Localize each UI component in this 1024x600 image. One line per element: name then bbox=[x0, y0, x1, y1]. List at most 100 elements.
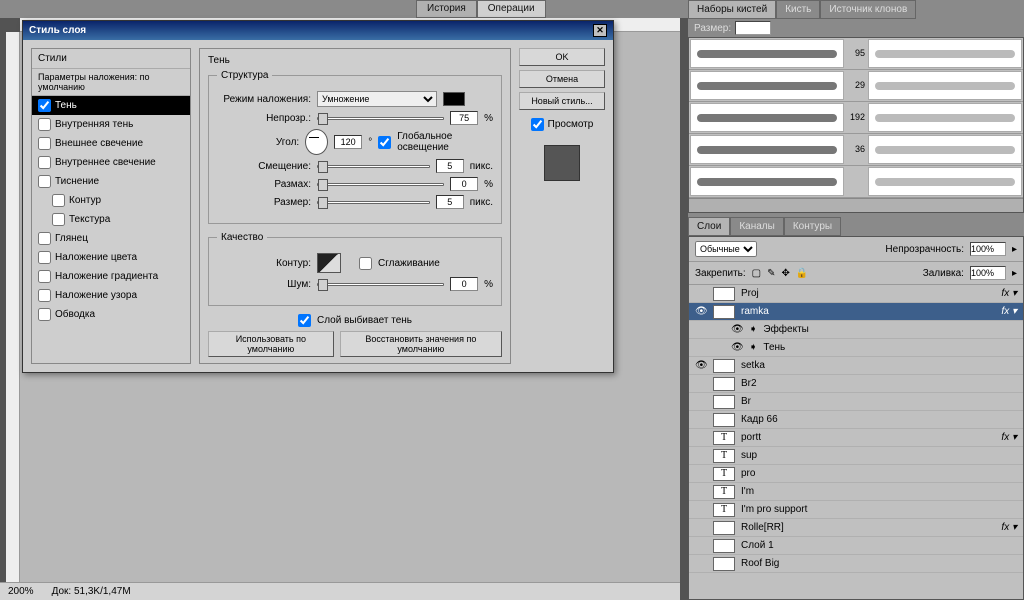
layers-list[interactable]: Projfx ▾👁ramkafx ▾👁➧Эффекты👁➧Тень👁setkaB… bbox=[689, 285, 1023, 599]
text-layer-icon[interactable]: T bbox=[713, 467, 735, 481]
knockout-checkbox[interactable] bbox=[298, 314, 311, 327]
tab-brush[interactable]: Кисть bbox=[776, 0, 820, 19]
spread-input[interactable] bbox=[450, 177, 478, 191]
tab-brush-presets[interactable]: Наборы кистей bbox=[688, 0, 776, 19]
size-input[interactable] bbox=[436, 195, 464, 209]
style-checkbox[interactable] bbox=[38, 137, 51, 150]
fill-input[interactable] bbox=[970, 266, 1006, 280]
style-item[interactable]: Внешнее свечение bbox=[32, 134, 190, 153]
antialias-checkbox[interactable] bbox=[359, 257, 372, 270]
layer-row[interactable]: TI'm pro support bbox=[689, 501, 1023, 519]
style-item[interactable]: Текстура bbox=[32, 210, 190, 229]
style-item[interactable]: Контур bbox=[32, 191, 190, 210]
brush-preview[interactable] bbox=[690, 167, 844, 196]
layer-row[interactable]: Roof Big bbox=[689, 555, 1023, 573]
layer-row[interactable]: TI'm bbox=[689, 483, 1023, 501]
style-checkbox[interactable] bbox=[38, 175, 51, 188]
visibility-icon[interactable]: 👁 bbox=[731, 324, 743, 335]
cancel-button[interactable]: Отмена bbox=[519, 70, 605, 88]
brush-preview[interactable] bbox=[868, 39, 1022, 68]
style-checkbox[interactable] bbox=[52, 213, 65, 226]
layer-row[interactable]: Br2 bbox=[689, 375, 1023, 393]
lock-pixels-icon[interactable]: ▢ bbox=[752, 268, 761, 279]
style-checkbox[interactable] bbox=[38, 251, 51, 264]
style-checkbox[interactable] bbox=[38, 289, 51, 302]
ok-button[interactable]: OK bbox=[519, 48, 605, 66]
brush-preview[interactable] bbox=[690, 71, 844, 100]
style-checkbox[interactable] bbox=[38, 270, 51, 283]
layer-thumbnail[interactable] bbox=[713, 395, 735, 409]
layer-thumbnail[interactable] bbox=[713, 377, 735, 391]
text-layer-icon[interactable]: T bbox=[713, 449, 735, 463]
layer-opacity-input[interactable] bbox=[970, 242, 1006, 256]
style-checkbox[interactable] bbox=[38, 118, 51, 131]
style-item[interactable]: Обводка bbox=[32, 305, 190, 324]
style-item[interactable]: Наложение узора bbox=[32, 286, 190, 305]
visibility-icon[interactable]: 👁 bbox=[695, 360, 707, 371]
layer-thumbnail[interactable] bbox=[713, 539, 735, 553]
fx-badge[interactable]: fx ▾ bbox=[1001, 288, 1017, 299]
reset-default-button[interactable]: Восстановить значения по умолчанию bbox=[340, 331, 502, 357]
layer-thumbnail[interactable] bbox=[713, 287, 735, 301]
preview-checkbox[interactable] bbox=[531, 118, 544, 131]
style-checkbox[interactable] bbox=[52, 194, 65, 207]
blend-mode-layers[interactable]: Обычные bbox=[695, 241, 757, 257]
tab-operations[interactable]: Операции bbox=[477, 0, 546, 18]
style-item[interactable]: Внутренняя тень bbox=[32, 115, 190, 134]
brush-preview[interactable] bbox=[690, 135, 844, 164]
brush-size-input[interactable] bbox=[735, 21, 771, 35]
layer-row[interactable]: Projfx ▾ bbox=[689, 285, 1023, 303]
style-item[interactable]: Тень bbox=[32, 96, 190, 115]
layer-row[interactable]: Кадр 66 bbox=[689, 411, 1023, 429]
distance-input[interactable] bbox=[436, 159, 464, 173]
brush-preview[interactable] bbox=[868, 135, 1022, 164]
text-layer-icon[interactable]: T bbox=[713, 431, 735, 445]
visibility-icon[interactable]: 👁 bbox=[695, 306, 707, 317]
opacity-slider[interactable] bbox=[317, 117, 444, 120]
fx-badge[interactable]: fx ▾ bbox=[1001, 432, 1017, 443]
global-light-checkbox[interactable] bbox=[378, 136, 391, 149]
style-item[interactable]: Тиснение bbox=[32, 172, 190, 191]
visibility-icon[interactable]: 👁 bbox=[731, 342, 743, 353]
brush-preview[interactable] bbox=[868, 71, 1022, 100]
fx-badge[interactable]: fx ▾ bbox=[1001, 306, 1017, 317]
style-checkbox[interactable] bbox=[38, 308, 51, 321]
tab-history[interactable]: История bbox=[416, 0, 477, 18]
lock-brush-icon[interactable]: ✎ bbox=[767, 268, 775, 279]
brush-preview[interactable] bbox=[690, 39, 844, 68]
dialog-titlebar[interactable]: Стиль слоя ✕ bbox=[23, 21, 613, 40]
new-style-button[interactable]: Новый стиль... bbox=[519, 92, 605, 110]
tab-clone-source[interactable]: Источник клонов bbox=[820, 0, 916, 19]
styles-header[interactable]: Стили bbox=[32, 49, 190, 69]
tab-channels[interactable]: Каналы bbox=[730, 217, 784, 236]
layer-row[interactable]: 👁➧Тень bbox=[689, 339, 1023, 357]
brush-preview[interactable] bbox=[868, 103, 1022, 132]
fx-badge[interactable]: fx ▾ bbox=[1001, 522, 1017, 533]
style-item[interactable]: Внутреннее свечение bbox=[32, 153, 190, 172]
angle-input[interactable] bbox=[334, 135, 362, 149]
layer-thumbnail[interactable] bbox=[713, 305, 735, 319]
layer-row[interactable]: 👁ramkafx ▾ bbox=[689, 303, 1023, 321]
layer-thumbnail[interactable] bbox=[713, 413, 735, 427]
opacity-flyout-icon[interactable]: ▸ bbox=[1012, 244, 1017, 255]
style-checkbox[interactable] bbox=[38, 232, 51, 245]
size-slider[interactable] bbox=[317, 201, 430, 204]
style-item[interactable]: Наложение градиента bbox=[32, 267, 190, 286]
zoom-level[interactable]: 200% bbox=[8, 586, 34, 597]
angle-dial[interactable] bbox=[305, 129, 328, 155]
brush-presets-list[interactable]: 952919236 bbox=[688, 37, 1024, 213]
blending-defaults[interactable]: Параметры наложения: по умолчанию bbox=[32, 69, 190, 96]
style-item[interactable]: Наложение цвета bbox=[32, 248, 190, 267]
layer-row[interactable]: Rolle[RR]fx ▾ bbox=[689, 519, 1023, 537]
noise-input[interactable] bbox=[450, 277, 478, 291]
layer-thumbnail[interactable] bbox=[713, 521, 735, 535]
shadow-color-swatch[interactable] bbox=[443, 92, 465, 106]
contour-picker[interactable] bbox=[317, 253, 341, 273]
tab-paths[interactable]: Контуры bbox=[784, 217, 841, 236]
lock-move-icon[interactable]: ✥ bbox=[782, 268, 790, 279]
lock-all-icon[interactable]: 🔒 bbox=[796, 268, 808, 279]
close-icon[interactable]: ✕ bbox=[593, 24, 607, 37]
spread-slider[interactable] bbox=[317, 183, 444, 186]
brush-preview[interactable] bbox=[690, 103, 844, 132]
layer-thumbnail[interactable] bbox=[713, 359, 735, 373]
